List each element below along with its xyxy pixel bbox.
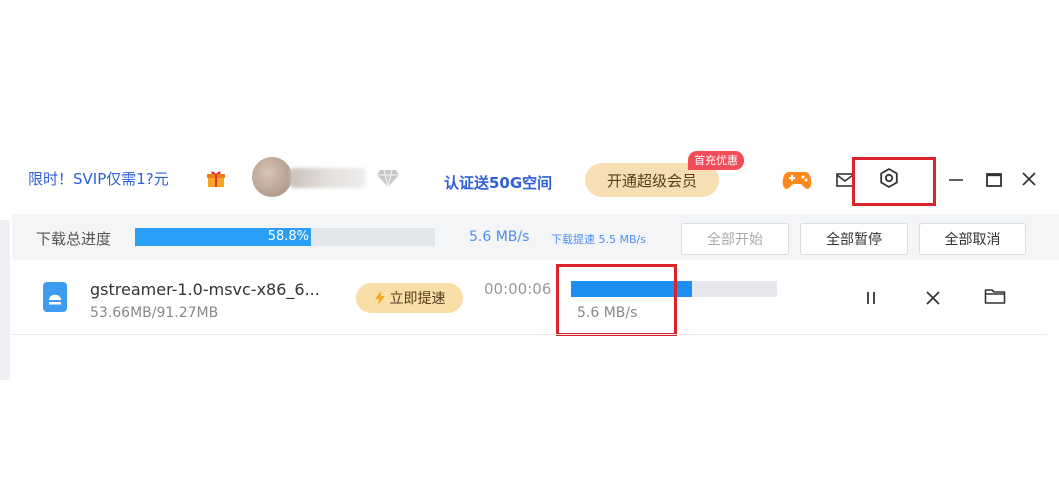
svip-promo-link[interactable]: 限时！SVIP仅需1?元 <box>28 168 169 189</box>
minimize-icon[interactable] <box>947 171 965 189</box>
speed-up-now-button[interactable]: 立即提速 <box>356 283 463 313</box>
avatar[interactable] <box>252 157 292 197</box>
maximize-icon[interactable] <box>985 171 1003 189</box>
settings-highlight-box <box>852 157 936 206</box>
total-progress-bar: 58.8% <box>135 228 435 246</box>
installer-file-icon <box>43 282 67 312</box>
close-icon[interactable] <box>1020 170 1038 188</box>
speed-up-now-label: 立即提速 <box>389 291 446 307</box>
task-file-size: 53.66MB/91.27MB <box>90 305 219 321</box>
row-divider <box>12 334 1047 335</box>
total-progress-label: 下载总进度 <box>36 230 112 248</box>
lightning-icon <box>374 291 385 305</box>
total-speed: 5.6 MB/s <box>469 229 530 245</box>
username-blurred[interactable] <box>290 168 366 188</box>
game-controller-icon[interactable] <box>782 169 812 191</box>
first-charge-discount-badge: 首充优惠 <box>688 151 744 170</box>
cancel-all-button[interactable]: 全部取消 <box>919 223 1026 255</box>
gift-icon[interactable] <box>206 170 226 188</box>
certify-get-50g-link[interactable]: 认证送50G空间 <box>444 172 552 193</box>
task-time-remaining: 00:00:06 <box>484 280 552 298</box>
boost-speed: 下载提速 5.5 MB/s <box>551 233 646 246</box>
sidebar-edge <box>0 220 10 380</box>
cancel-task-icon[interactable] <box>924 289 942 307</box>
diamond-icon[interactable] <box>376 168 400 188</box>
task-progress-highlight-box <box>556 264 677 336</box>
pause-icon[interactable] <box>862 289 880 307</box>
start-all-button[interactable]: 全部开始 <box>681 223 789 255</box>
pause-all-button[interactable]: 全部暂停 <box>800 223 908 255</box>
total-progress-percent: 58.8% <box>267 229 309 244</box>
task-file-name: gstreamer-1.0-msvc-x86_6... <box>90 280 320 299</box>
open-folder-icon[interactable] <box>984 287 1006 305</box>
